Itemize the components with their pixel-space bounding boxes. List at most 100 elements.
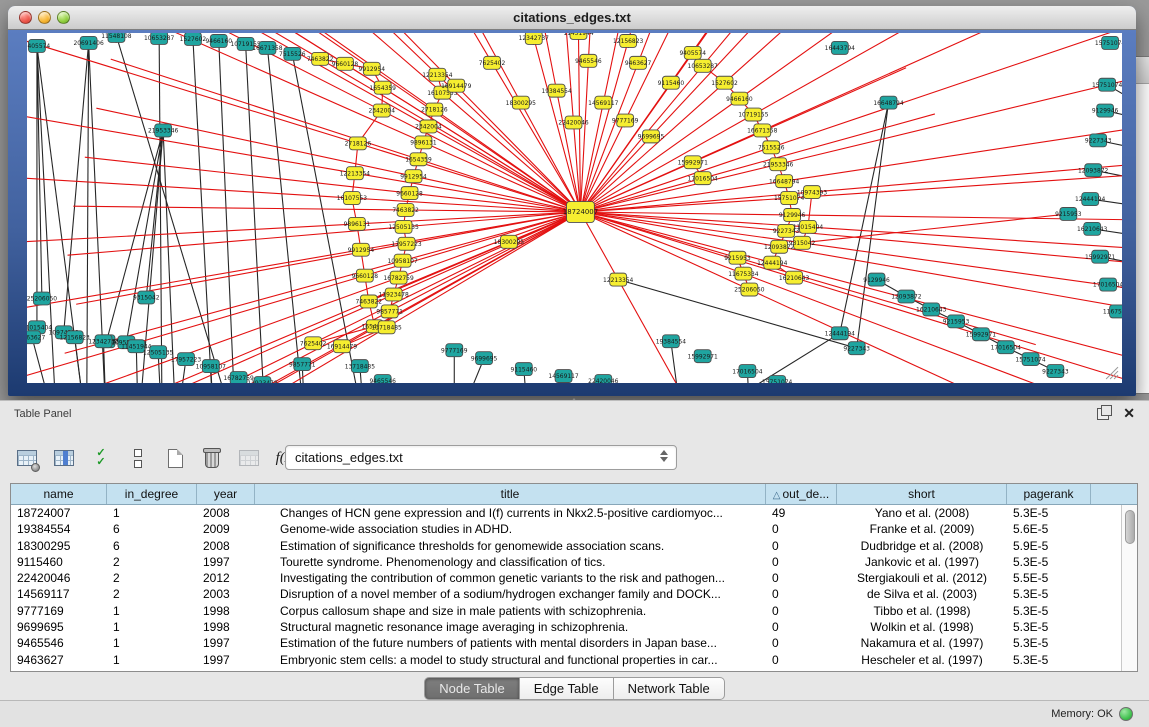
graph-node-label: 16648794 bbox=[873, 100, 904, 107]
table-row[interactable]: 946554611997Estimation of the future num… bbox=[11, 635, 1121, 651]
table-row[interactable]: 946362711997Embryonic stem cells: a mode… bbox=[11, 652, 1121, 668]
column-header-name[interactable]: name bbox=[11, 484, 107, 504]
table-cell: 1998 bbox=[197, 603, 255, 619]
graph-node-label: 7463822 bbox=[356, 299, 383, 306]
graph-node-label: 15751074 bbox=[762, 379, 793, 383]
graph-node-label: 16210643 bbox=[779, 275, 810, 282]
graph-node-label: 22420046 bbox=[588, 378, 619, 383]
graph-node-label: 7463822 bbox=[392, 207, 419, 214]
new-file-icon bbox=[168, 449, 183, 468]
table-cell: 1 bbox=[107, 603, 197, 619]
tab-edge-table[interactable]: Edge Table bbox=[520, 677, 614, 700]
show-selected-button[interactable] bbox=[125, 445, 151, 471]
table-row[interactable]: 1938455462009Genome-wide association stu… bbox=[11, 521, 1121, 537]
table-row[interactable]: 969969511998Structural magnetic resonanc… bbox=[11, 619, 1121, 635]
table-cell: Wolkin et al. (1998) bbox=[837, 619, 1007, 635]
table-row[interactable]: 1872400712008Changes of HCN gene express… bbox=[11, 505, 1121, 521]
table-cell: 5.3E-5 bbox=[1007, 619, 1091, 635]
table-cell: 1 bbox=[107, 505, 197, 521]
tab-network-table[interactable]: Network Table bbox=[614, 677, 725, 700]
scrollbar-thumb[interactable] bbox=[1125, 510, 1135, 544]
table-cell: Genome-wide association studies in ADHD. bbox=[255, 521, 766, 537]
table-cell: Tibbo et al. (1998) bbox=[837, 603, 1007, 619]
column-header-short[interactable]: short bbox=[837, 484, 1007, 504]
graph-edge bbox=[27, 100, 355, 174]
table-settings-button[interactable] bbox=[14, 445, 40, 471]
window-titlebar[interactable]: citations_edges.txt bbox=[8, 6, 1136, 30]
resize-grip[interactable] bbox=[1106, 367, 1118, 379]
table-row[interactable]: 2242004622012Investigating the contribut… bbox=[11, 570, 1121, 586]
delete-column-button[interactable] bbox=[199, 445, 225, 471]
sort-ascending-icon: △ bbox=[773, 490, 781, 501]
column-header-title[interactable]: title bbox=[255, 484, 766, 504]
graph-node-label: 13718485 bbox=[372, 325, 403, 332]
graph-node-label: 9227343 bbox=[1042, 368, 1069, 375]
graph-node-label: 18300295 bbox=[494, 239, 525, 246]
graph-node-label: 9129946 bbox=[779, 212, 806, 219]
graph-node-label: 25206050 bbox=[27, 296, 57, 303]
table-row[interactable]: 977716911998Corpus callosum shape and si… bbox=[11, 603, 1121, 619]
table-header-row: namein_degreeyeartitle△out_de...shortpag… bbox=[11, 484, 1137, 505]
table-panel-title: Table Panel bbox=[14, 408, 72, 420]
select-columns-button[interactable] bbox=[51, 445, 77, 471]
selection-mode-button[interactable]: ✓✓ bbox=[88, 445, 114, 471]
table-cell: 0 bbox=[766, 554, 837, 570]
table-cell: Embryonic stem cells: a model to study s… bbox=[255, 652, 766, 668]
column-header-pagerank[interactable]: pagerank bbox=[1007, 484, 1091, 504]
column-header-in-degree[interactable]: in_degree bbox=[107, 484, 197, 504]
graph-edge bbox=[580, 212, 779, 247]
graph-edge bbox=[772, 263, 1122, 359]
table-selector-dropdown[interactable]: citations_edges.txt bbox=[285, 445, 677, 470]
graph-node-label: 19384554 bbox=[656, 338, 687, 345]
delete-table-button[interactable] bbox=[236, 445, 262, 471]
close-panel-icon[interactable]: ✕ bbox=[1123, 405, 1135, 422]
graph-node-label: 7625402 bbox=[300, 340, 327, 347]
table-panel-header: Table Panel ✕ bbox=[0, 401, 1149, 427]
graph-node-label: 16443794 bbox=[825, 45, 856, 52]
table-cell: 2008 bbox=[197, 505, 255, 521]
graph-node-label: 16914479 bbox=[441, 83, 472, 90]
graph-node-label: 17957223 bbox=[171, 356, 202, 363]
graph-node-label: 9660128 bbox=[352, 273, 379, 280]
table-row[interactable]: 911546021997Tourette syndrome. Phenomeno… bbox=[11, 554, 1121, 570]
graph-edge bbox=[802, 214, 1068, 243]
graph-edge bbox=[27, 33, 358, 143]
tab-node-table[interactable]: Node Table bbox=[424, 677, 520, 700]
graph-node-label: 13718485 bbox=[345, 363, 376, 370]
graph-node-label: 18724007 bbox=[563, 208, 598, 216]
table-row[interactable]: 1456911722003Disruption of a novel membe… bbox=[11, 586, 1121, 602]
dropdown-arrows-icon bbox=[660, 450, 668, 462]
graph-node-label: 1654359 bbox=[369, 85, 396, 92]
graph-edge bbox=[394, 212, 581, 295]
column-header-year[interactable]: year bbox=[197, 484, 255, 504]
table-cell: 5.9E-5 bbox=[1007, 538, 1091, 554]
graph-edge bbox=[693, 33, 906, 53]
table-body: 1872400712008Changes of HCN gene express… bbox=[11, 505, 1121, 671]
graph-node-label: 2718126 bbox=[345, 141, 372, 148]
status-bar: Memory: OK bbox=[0, 700, 1149, 727]
graph-node-label: 2342004 bbox=[368, 108, 395, 115]
new-column-button[interactable] bbox=[162, 445, 188, 471]
graph-node-label: 9465546 bbox=[369, 378, 396, 383]
graph-edge bbox=[802, 243, 1122, 302]
graph-node-label: 15751074 bbox=[774, 195, 805, 202]
float-panel-icon[interactable] bbox=[1097, 408, 1109, 420]
graph-node-label: 12444194 bbox=[757, 260, 788, 267]
graph-node-label: 12093872 bbox=[891, 294, 922, 301]
table-cell: 0 bbox=[766, 538, 837, 554]
graph-node-label: 12444194 bbox=[825, 330, 856, 337]
table-cell: 5.3E-5 bbox=[1007, 586, 1091, 602]
graph-node-label: 16107553 bbox=[337, 195, 368, 202]
graph-svg[interactable]: 9405574206914061154810810653287152760294… bbox=[27, 33, 1122, 383]
table-cell: Dudbridge et al. (2008) bbox=[837, 538, 1007, 554]
network-window: citations_edges.txt 94055742069140611548… bbox=[8, 6, 1136, 396]
graph-edge bbox=[618, 280, 690, 383]
column-header-out-de-[interactable]: △out_de... bbox=[766, 484, 837, 504]
vertical-scrollbar[interactable] bbox=[1121, 505, 1137, 671]
table-row[interactable]: 1830029562008Estimation of significance … bbox=[11, 538, 1121, 554]
graph-node-label: 10653287 bbox=[688, 63, 719, 70]
background-window bbox=[1134, 56, 1149, 394]
graph-node-label: 17016504 bbox=[732, 368, 763, 375]
table-cell: 0 bbox=[766, 635, 837, 651]
network-canvas[interactable]: 9405574206914061154810810653287152760294… bbox=[27, 33, 1122, 383]
